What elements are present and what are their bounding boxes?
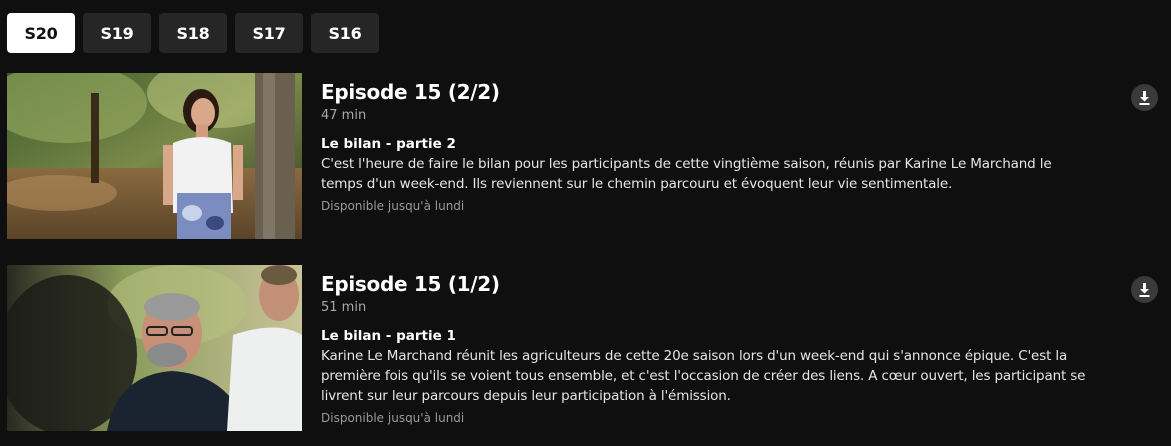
- download-button[interactable]: [1131, 276, 1158, 303]
- episode-info: Episode 15 (1/2) 51 min Le bilan - parti…: [321, 271, 1091, 426]
- episode-title[interactable]: Episode 15 (1/2): [321, 271, 1091, 297]
- tab-season-16[interactable]: S16: [311, 13, 379, 53]
- episode-duration: 51 min: [321, 300, 367, 315]
- episode-thumbnail[interactable]: [7, 265, 302, 431]
- season-tabs: S20 S19 S18 S17 S16: [7, 13, 379, 53]
- download-button[interactable]: [1131, 84, 1158, 111]
- episode-item: Episode 15 (1/2) 51 min Le bilan - parti…: [7, 265, 1171, 431]
- tab-season-18[interactable]: S18: [159, 13, 227, 53]
- episode-thumbnail[interactable]: [7, 73, 302, 239]
- episode-subtitle: Le bilan - partie 1: [321, 328, 456, 344]
- episode-description: Karine Le Marchand réunit les agriculteu…: [321, 348, 1086, 404]
- episode-info: Episode 15 (2/2) 47 min Le bilan - parti…: [321, 79, 1091, 214]
- episode-duration: 47 min: [321, 108, 367, 123]
- episode-title[interactable]: Episode 15 (2/2): [321, 79, 1091, 105]
- episode-availability: Disponible jusqu'à lundi: [321, 411, 465, 425]
- download-icon: [1139, 90, 1150, 105]
- episode-availability: Disponible jusqu'à lundi: [321, 199, 465, 213]
- tab-season-20[interactable]: S20: [7, 13, 75, 53]
- episode-item: Episode 15 (2/2) 47 min Le bilan - parti…: [7, 73, 1171, 239]
- episode-description: C'est l'heure de faire le bilan pour les…: [321, 156, 1052, 192]
- tab-season-19[interactable]: S19: [83, 13, 151, 53]
- episode-subtitle: Le bilan - partie 2: [321, 136, 456, 152]
- download-icon: [1139, 282, 1150, 297]
- tab-season-17[interactable]: S17: [235, 13, 303, 53]
